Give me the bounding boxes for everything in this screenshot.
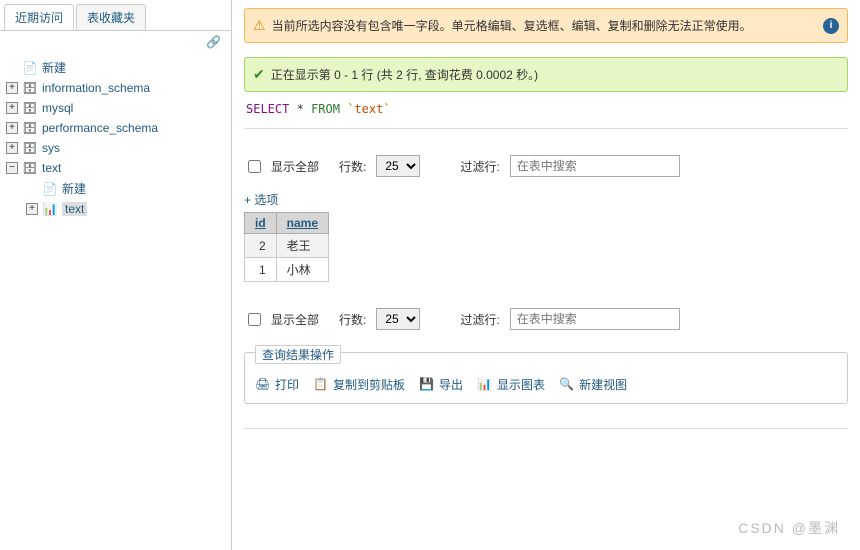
tree-db-sys[interactable]: + 🗄 sys	[6, 138, 225, 158]
sql-select: SELECT	[246, 102, 289, 116]
tree-table-text[interactable]: + 📊 text	[6, 199, 225, 219]
tree-label: mysql	[42, 101, 73, 115]
tree-label: text	[42, 161, 61, 175]
tree-db-text[interactable]: − 🗄 text	[6, 158, 225, 178]
tree-label: information_schema	[42, 81, 150, 95]
tree-label: performance_schema	[42, 121, 158, 135]
showall-label: 显示全部	[271, 311, 319, 328]
resultops-title: 查询结果操作	[255, 345, 341, 364]
result-operations: 查询结果操作 🖨打印 📋复制到剪贴板 💾导出 📊显示图表 🔍新建视图	[244, 352, 848, 404]
cell-id: 2	[245, 234, 277, 258]
tree-db-performance-schema[interactable]: + 🗄 performance_schema	[6, 118, 225, 138]
tree-label: 新建	[62, 180, 86, 197]
options-toggle[interactable]: + 选项	[244, 191, 848, 208]
chart-icon: 📊	[477, 377, 493, 393]
result-table: id name 2 老王 1 小林	[244, 212, 329, 282]
tree-label: 新建	[42, 59, 66, 76]
expand-icon[interactable]: +	[26, 203, 38, 215]
clipboard-icon: 📋	[313, 377, 329, 393]
sql-star: *	[297, 102, 304, 116]
database-icon: 🗄	[22, 140, 38, 156]
filter-label: 过滤行:	[460, 311, 499, 328]
collapse-icon[interactable]: −	[6, 162, 18, 174]
action-copy[interactable]: 📋复制到剪贴板	[313, 376, 405, 393]
cell-id: 1	[245, 258, 277, 282]
tree-new-table[interactable]: 📄 新建	[6, 178, 225, 199]
info-icon[interactable]: i	[823, 18, 839, 34]
expand-icon[interactable]: +	[6, 122, 18, 134]
success-alert: ✔ 正在显示第 0 - 1 行 (共 2 行, 查询花费 0.0002 秒。)	[244, 57, 848, 92]
new-icon: 📄	[22, 60, 38, 76]
action-newview[interactable]: 🔍新建视图	[559, 376, 627, 393]
expand-icon[interactable]: +	[6, 82, 18, 94]
warning-icon: ⚠	[253, 17, 266, 34]
col-name[interactable]: name	[276, 213, 328, 234]
divider	[244, 428, 848, 429]
tab-recent[interactable]: 近期访问	[4, 4, 74, 30]
success-text: 正在显示第 0 - 1 行 (共 2 行, 查询花费 0.0002 秒。)	[271, 66, 538, 83]
toggle-icon	[26, 183, 38, 195]
db-tree: 📄 新建 + 🗄 information_schema + 🗄 mysql + …	[0, 53, 231, 223]
tree-db-information-schema[interactable]: + 🗄 information_schema	[6, 78, 225, 98]
database-icon: 🗄	[22, 100, 38, 116]
sql-table: `text`	[347, 102, 390, 116]
view-icon: 🔍	[559, 377, 575, 393]
rows-label: 行数:	[339, 158, 366, 175]
sql-from: FROM	[311, 102, 340, 116]
rows-label: 行数:	[339, 311, 366, 328]
main-panel: ⚠ 当前所选内容没有包含唯一字段。单元格编辑、复选框、编辑、复制和删除无法正常使…	[232, 0, 860, 550]
expand-icon[interactable]: +	[6, 142, 18, 154]
table-row[interactable]: 1 小林	[245, 258, 329, 282]
check-icon: ✔	[253, 66, 265, 83]
cell-name: 小林	[276, 258, 328, 282]
tree-db-mysql[interactable]: + 🗄 mysql	[6, 98, 225, 118]
rows-select[interactable]: 25	[376, 155, 420, 177]
sidebar: 近期访问 表收藏夹 🔗 📄 新建 + 🗄 information_schema …	[0, 0, 232, 550]
tree-label: text	[62, 202, 87, 216]
showall-label: 显示全部	[271, 158, 319, 175]
tree-label: sys	[42, 141, 60, 155]
expand-icon[interactable]: +	[6, 102, 18, 114]
table-icon: 📊	[42, 201, 58, 217]
showall-checkbox[interactable]	[248, 313, 261, 326]
warning-text: 当前所选内容没有包含唯一字段。单元格编辑、复选框、编辑、复制和删除无法正常使用。	[272, 17, 752, 34]
database-icon: 🗄	[22, 80, 38, 96]
warning-alert: ⚠ 当前所选内容没有包含唯一字段。单元格编辑、复选框、编辑、复制和删除无法正常使…	[244, 8, 848, 43]
table-row[interactable]: 2 老王	[245, 234, 329, 258]
link-icon[interactable]: 🔗	[0, 31, 231, 53]
showall-checkbox[interactable]	[248, 160, 261, 173]
cell-name: 老王	[276, 234, 328, 258]
action-chart[interactable]: 📊显示图表	[477, 376, 545, 393]
watermark: CSDN @墨渊	[738, 518, 840, 538]
action-export[interactable]: 💾导出	[419, 376, 463, 393]
filter-input[interactable]	[510, 308, 680, 330]
toggle-icon	[6, 62, 18, 74]
tree-new[interactable]: 📄 新建	[6, 57, 225, 78]
filter-label: 过滤行:	[460, 158, 499, 175]
print-icon: 🖨	[255, 377, 271, 393]
sql-query: SELECT * FROM `text`	[244, 98, 848, 129]
action-print[interactable]: 🖨打印	[255, 376, 299, 393]
toolbar-bottom: 显示全部 行数: 25 过滤行:	[244, 302, 848, 336]
database-icon: 🗄	[22, 120, 38, 136]
export-icon: 💾	[419, 377, 435, 393]
sidebar-tabs: 近期访问 表收藏夹	[0, 4, 231, 31]
toolbar-top: 显示全部 行数: 25 过滤行:	[244, 149, 848, 183]
filter-input[interactable]	[510, 155, 680, 177]
new-icon: 📄	[42, 181, 58, 197]
database-icon: 🗄	[22, 160, 38, 176]
rows-select[interactable]: 25	[376, 308, 420, 330]
tab-favorites[interactable]: 表收藏夹	[76, 4, 146, 30]
col-id[interactable]: id	[245, 213, 277, 234]
